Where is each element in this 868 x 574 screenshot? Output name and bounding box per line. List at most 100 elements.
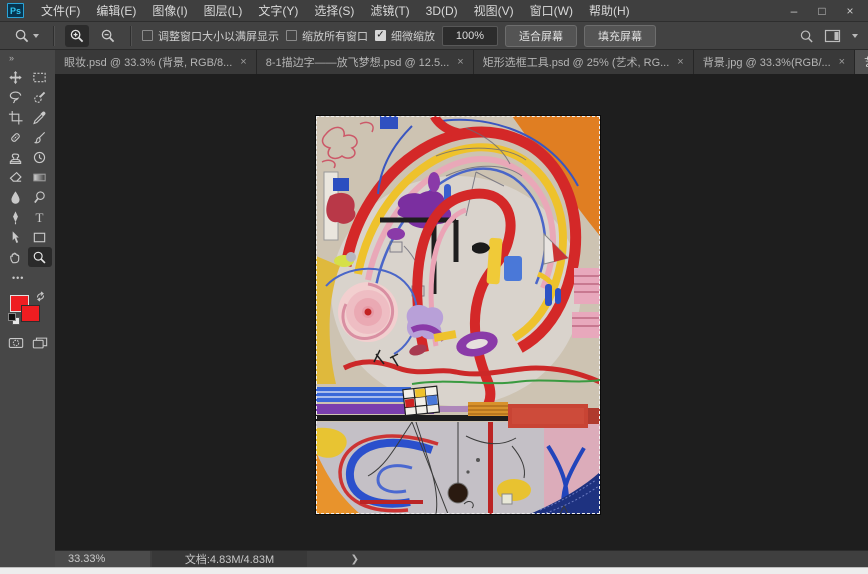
tab-beijing-jpg[interactable]: 背景.jpg @ 33.3%(RGB/... × xyxy=(693,50,856,74)
tab-close-icon[interactable]: × xyxy=(240,56,246,68)
tab-miaobianzi-psd[interactable]: 8-1描边字——放飞梦想.psd @ 12.5... × xyxy=(256,50,474,74)
clone-stamp-tool[interactable] xyxy=(4,147,28,167)
menu-edit[interactable]: 编辑(E) xyxy=(88,0,144,22)
scrubby-zoom-label: 细微缩放 xyxy=(391,30,435,43)
swap-colors-icon[interactable] xyxy=(35,291,46,302)
window-controls: – □ × xyxy=(780,0,864,22)
checkbox-checked-icon: ✓ xyxy=(375,29,386,41)
menu-view[interactable]: 视图(V) xyxy=(466,0,522,22)
close-button[interactable]: × xyxy=(836,0,864,22)
quick-selection-tool[interactable] xyxy=(28,87,52,107)
default-colors-icon[interactable] xyxy=(8,313,20,325)
status-doc-info: 文档:4.83M/4.83M ❯ xyxy=(152,551,359,567)
zoom-out-button[interactable] xyxy=(96,25,120,47)
crop-tool[interactable] xyxy=(4,107,28,127)
zoom-in-icon xyxy=(70,29,84,42)
workspace-switcher-icon[interactable] xyxy=(824,29,842,43)
canvas-artwork[interactable] xyxy=(315,115,601,515)
fill-screen-button[interactable]: 填充屏幕 xyxy=(584,24,656,47)
tab-label: 背景.jpg @ 33.3%(RGB/... xyxy=(702,57,831,69)
screen-mode-icon[interactable] xyxy=(28,333,52,353)
resize-windows-label: 调整窗口大小以满屏显示 xyxy=(158,30,279,43)
color-swatches xyxy=(8,291,46,327)
background-color-swatch[interactable] xyxy=(21,305,40,322)
ps-logo-icon: Ps xyxy=(7,3,24,18)
eyedropper-tool[interactable] xyxy=(28,107,52,127)
type-tool[interactable]: T xyxy=(28,207,52,227)
tools-grid: T xyxy=(0,67,55,267)
menu-bar: Ps 文件(F) 编辑(E) 图像(I) 图层(L) 文字(Y) 选择(S) 滤… xyxy=(0,0,868,22)
edit-toolbar-ellipsis-icon[interactable]: ••• xyxy=(0,267,55,285)
menu-help[interactable]: 帮助(H) xyxy=(581,0,638,22)
status-bar: 33.33% 文档:4.83M/4.83M ❯ xyxy=(55,550,868,567)
tab-label: 8-1描边字——放飞梦想.psd @ 12.5... xyxy=(265,57,450,69)
options-bar-right xyxy=(799,22,858,50)
toolbar-bottom-icons xyxy=(0,333,55,353)
artwork-image xyxy=(316,116,600,514)
maximize-button[interactable]: □ xyxy=(808,0,836,22)
zoom-tool-icon xyxy=(15,29,29,42)
blur-tool[interactable] xyxy=(4,187,28,207)
rectangular-marquee-tool[interactable] xyxy=(28,67,52,87)
tab-juxingxuankuang-psd[interactable]: 矩形选框工具.psd @ 25% (艺术, RG... × xyxy=(473,50,694,74)
canvas-pasteboard[interactable] xyxy=(55,74,868,550)
tab-close-icon[interactable]: × xyxy=(839,56,845,68)
status-chevron-icon[interactable]: ❯ xyxy=(351,551,359,567)
checkbox-icon xyxy=(142,30,153,41)
separator xyxy=(53,25,55,46)
collapse-panel-icon[interactable]: » xyxy=(0,50,55,67)
checkbox-icon xyxy=(286,30,297,41)
tab-label: 艺术.jpg @ 33.3%(RGB/8*) xyxy=(864,54,868,70)
scrubby-zoom-checkbox[interactable]: ✓ 细微缩放 xyxy=(375,28,435,44)
quick-mask-mode-icon[interactable] xyxy=(4,333,28,353)
menu-select[interactable]: 选择(S) xyxy=(306,0,362,22)
resize-windows-checkbox[interactable]: 调整窗口大小以满屏显示 xyxy=(142,28,279,44)
menu-type[interactable]: 文字(Y) xyxy=(250,0,306,22)
tab-yanzhuang-psd[interactable]: 眼妆.psd @ 33.3% (背景, RGB/8... × xyxy=(55,50,257,74)
window-bottom-edge xyxy=(0,567,868,574)
type-tool-glyph: T xyxy=(35,209,44,225)
minimize-button[interactable]: – xyxy=(780,0,808,22)
hand-tool[interactable] xyxy=(4,247,28,267)
dodge-tool[interactable] xyxy=(28,187,52,207)
chevron-down-icon xyxy=(33,33,39,38)
lasso-tool[interactable] xyxy=(4,87,28,107)
spot-healing-brush-tool[interactable] xyxy=(4,127,28,147)
tab-yishu-jpg-active[interactable]: 艺术.jpg @ 33.3%(RGB/8*) × xyxy=(855,50,868,74)
zoom-all-windows-label: 缩放所有窗口 xyxy=(302,30,368,43)
menu-window[interactable]: 窗口(W) xyxy=(522,0,581,22)
menu-file[interactable]: 文件(F) xyxy=(33,0,88,22)
doc-info-text: 文档:4.83M/4.83M xyxy=(184,554,275,566)
tools-panel: » T ••• xyxy=(0,50,55,567)
zoom-tool-preset[interactable] xyxy=(10,26,43,46)
move-tool[interactable] xyxy=(4,67,28,87)
separator xyxy=(130,25,132,46)
zoom-all-windows-checkbox[interactable]: 缩放所有窗口 xyxy=(286,28,368,44)
menu-layer[interactable]: 图层(L) xyxy=(196,0,251,22)
brush-tool[interactable] xyxy=(28,127,52,147)
pen-tool[interactable] xyxy=(4,207,28,227)
tab-close-icon[interactable]: × xyxy=(677,56,683,68)
chevron-down-icon[interactable] xyxy=(852,34,858,38)
history-brush-tool[interactable] xyxy=(28,147,52,167)
gradient-tool[interactable] xyxy=(28,167,52,187)
menu-filter[interactable]: 滤镜(T) xyxy=(362,0,417,22)
document-tab-bar: 眼妆.psd @ 33.3% (背景, RGB/8... × 8-1描边字——放… xyxy=(55,50,868,74)
path-selection-tool[interactable] xyxy=(4,227,28,247)
photoshop-window: Ps 文件(F) 编辑(E) 图像(I) 图层(L) 文字(Y) 选择(S) 滤… xyxy=(0,0,868,574)
menu-image[interactable]: 图像(I) xyxy=(144,0,195,22)
fit-screen-button[interactable]: 适合屏幕 xyxy=(505,24,577,47)
options-bar: 调整窗口大小以满屏显示 缩放所有窗口 ✓ 细微缩放 100% 适合屏幕 填充屏幕 xyxy=(0,22,868,50)
zoom-in-button[interactable] xyxy=(65,24,89,47)
menu-3d[interactable]: 3D(D) xyxy=(418,0,466,22)
rectangle-shape-tool[interactable] xyxy=(28,227,52,247)
zoom-percentage-field[interactable]: 100% xyxy=(442,25,498,46)
tab-close-icon[interactable]: × xyxy=(457,56,463,68)
search-icon[interactable] xyxy=(799,29,814,44)
tab-label: 矩形选框工具.psd @ 25% (艺术, RG... xyxy=(482,57,670,69)
zoom-tool-selected[interactable] xyxy=(27,247,52,267)
zoom-out-icon xyxy=(101,29,115,42)
status-zoom-field[interactable]: 33.33% xyxy=(55,551,150,567)
eraser-tool[interactable] xyxy=(4,167,28,187)
tab-label: 眼妆.psd @ 33.3% (背景, RGB/8... xyxy=(64,57,233,69)
